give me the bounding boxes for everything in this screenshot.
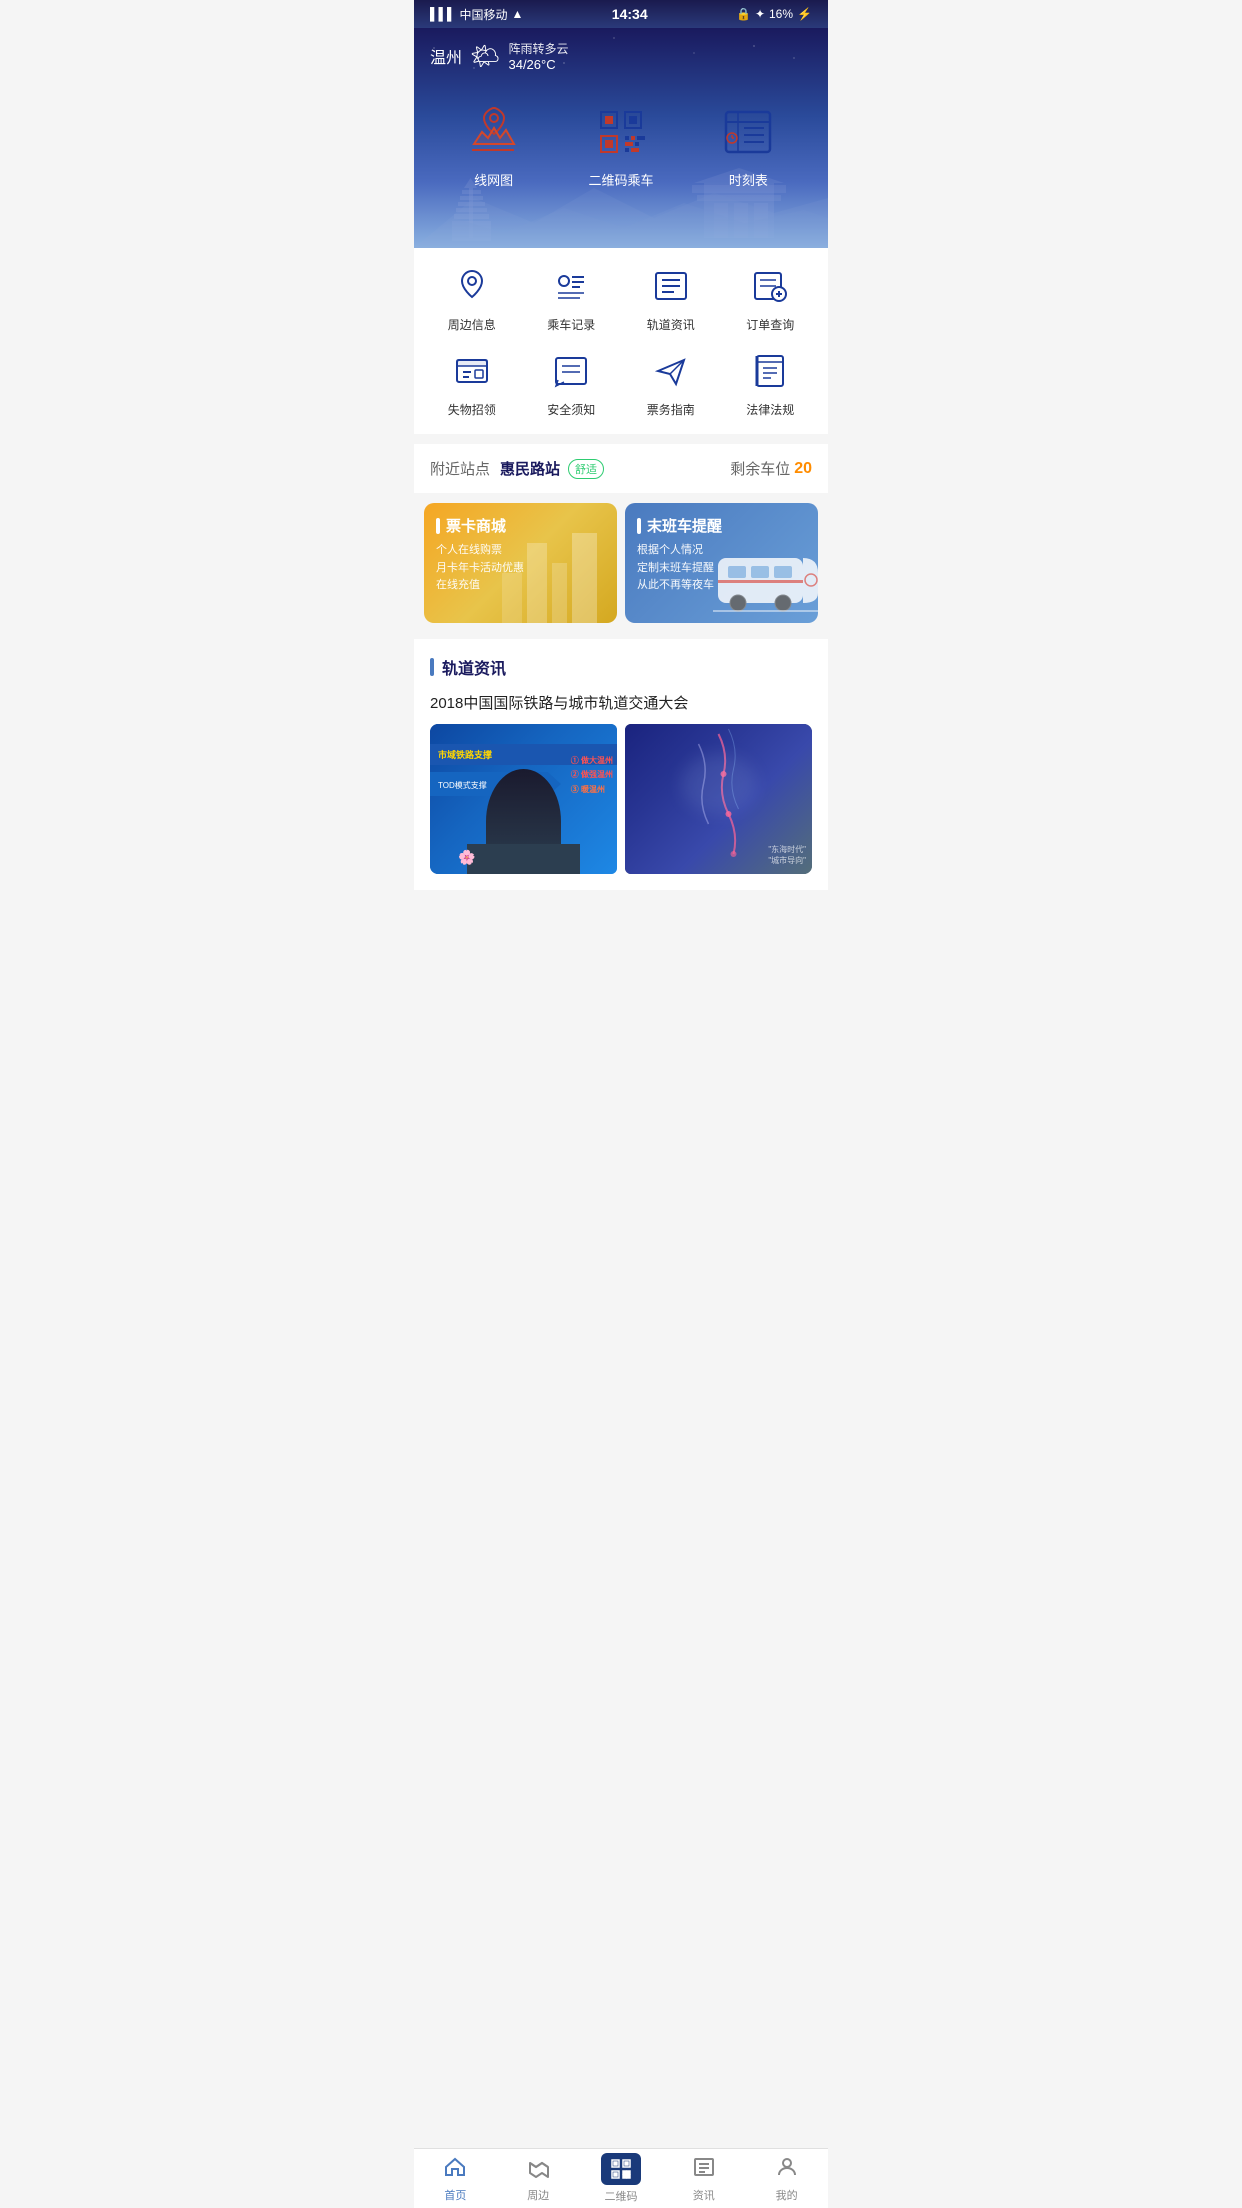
grid-label-lost-found: 失物招领 (448, 401, 496, 418)
promo-desc-ticket: 个人在线购票 月卡年卡活动优惠 在线充值 (436, 542, 524, 595)
grid-label-safety-notice: 安全须知 (547, 401, 595, 418)
grid-item-nearby-info[interactable]: 周边信息 (422, 264, 522, 333)
grid-item-ride-record[interactable]: 乘车记录 (522, 264, 622, 333)
order-icon (748, 264, 792, 308)
promo-title-ticket: 票卡商城 (446, 515, 506, 536)
law-icon (748, 349, 792, 393)
wifi-icon: ▲ (512, 7, 524, 21)
comfort-badge: 舒适 (568, 459, 604, 479)
nav-item-timetable[interactable]: 时刻表 (685, 102, 812, 189)
qr-ride-icon (586, 102, 656, 162)
grid-item-lost-found[interactable]: 失物招领 (422, 349, 522, 418)
promo-title-train: 末班车提醒 (647, 515, 722, 536)
carrier-name: 中国移动 (460, 6, 508, 23)
nav-tab-news[interactable]: 资讯 (662, 2149, 745, 2208)
news-image-right[interactable]: "东海时代" "城市导向" (625, 724, 812, 874)
location-icon (450, 264, 494, 308)
map-icon (459, 102, 529, 162)
grid-item-ticket-guide[interactable]: 票务指南 (621, 349, 721, 418)
qr-scan-icon (601, 2153, 641, 2185)
section-title: 轨道资讯 (442, 655, 506, 679)
promo-card-ticket-mall[interactable]: 票卡商城 个人在线购票 月卡年卡活动优惠 在线充值 (424, 503, 617, 623)
nav-item-qr-ride[interactable]: 二维码乘车 (557, 102, 684, 189)
user-icon (775, 2155, 799, 2184)
nav-tab-label-qr: 二维码 (604, 2188, 637, 2204)
signal-icon: ▌▌▌ (430, 7, 456, 21)
status-left: ▌▌▌ 中国移动 ▲ (430, 6, 523, 23)
nav-item-line-map[interactable]: 线网图 (430, 102, 557, 189)
section-header: 轨道资讯 (430, 655, 812, 679)
nav-tab-qr[interactable]: 二维码 (580, 2149, 663, 2208)
grid-label-ticket-guide: 票务指南 (647, 401, 695, 418)
promo-desc-train: 根据个人情况 定制末班车提醒 从此不再等夜车 (637, 542, 722, 595)
nav-tab-label-home: 首页 (444, 2187, 466, 2203)
ticket-icon (649, 349, 693, 393)
news-headline: 2018中国国际铁路与城市轨道交通大会 (430, 693, 812, 714)
grid-label-law-regulation: 法律法规 (746, 401, 794, 418)
nav-tab-home[interactable]: 首页 (414, 2149, 497, 2208)
nearby-prefix: 附近站点 (430, 458, 490, 479)
news-icon (649, 264, 693, 308)
nav-tab-label-nearby: 周边 (527, 2187, 549, 2203)
lost-icon (450, 349, 494, 393)
home-icon (443, 2155, 467, 2184)
grid-label-ride-record: 乘车记录 (547, 316, 595, 333)
nearby-station-name: 惠民路站 (500, 458, 560, 479)
grid-item-order-query[interactable]: 订单查询 (721, 264, 821, 333)
grid-item-safety-notice[interactable]: 安全须知 (522, 349, 622, 418)
header-banner: 温州 🌤 阵雨转多云 34/26°C (414, 28, 828, 248)
battery-icon: ⚡ (797, 7, 812, 21)
lock-icon: 🔒 (736, 7, 751, 21)
main-nav: 线网图 (414, 92, 828, 199)
record-icon (549, 264, 593, 308)
grid-label-track-news: 轨道资讯 (647, 316, 695, 333)
status-right: 🔒 ✦ 16% ⚡ (736, 7, 812, 21)
bottom-nav: 首页 周边 二维码 (414, 2148, 828, 2208)
timetable-icon (713, 102, 783, 162)
nearby-icon (526, 2155, 550, 2184)
secondary-grid: 周边信息 乘车记录 (414, 248, 828, 434)
grid-label-nearby-info: 周边信息 (448, 316, 496, 333)
grid-label-order-query: 订单查询 (746, 316, 794, 333)
nav-tab-nearby[interactable]: 周边 (497, 2149, 580, 2208)
news-section: 轨道资讯 2018中国国际铁路与城市轨道交通大会 市域铁路支撑 TOD模式支撑 (414, 639, 828, 890)
status-bar: ▌▌▌ 中国移动 ▲ 14:34 🔒 ✦ 16% ⚡ (414, 0, 828, 28)
safety-icon (549, 349, 593, 393)
status-time: 14:34 (612, 6, 648, 22)
grid-item-track-news[interactable]: 轨道资讯 (621, 264, 721, 333)
promo-content-ticket: 票卡商城 个人在线购票 月卡年卡活动优惠 在线充值 (436, 515, 524, 595)
promo-row: 票卡商城 个人在线购票 月卡年卡活动优惠 在线充值 (414, 503, 828, 623)
nav-label-line-map: 线网图 (474, 170, 513, 189)
remaining-count: 20 (794, 460, 812, 478)
battery-level: 16% (769, 7, 793, 21)
bluetooth-icon: ✦ (755, 7, 765, 21)
nav-tab-mine[interactable]: 我的 (745, 2149, 828, 2208)
news-images: 市域铁路支撑 TOD模式支撑 🌸 ① 做大温州 ② 做强温州 (430, 724, 812, 874)
promo-content-train: 末班车提醒 根据个人情况 定制末班车提醒 从此不再等夜车 (637, 515, 722, 595)
remaining-label: 剩余车位 (730, 458, 790, 479)
nav-tab-label-mine: 我的 (776, 2187, 798, 2203)
nav-tab-label-news: 资讯 (693, 2187, 715, 2203)
news-image-left[interactable]: 市域铁路支撑 TOD模式支撑 🌸 ① 做大温州 ② 做强温州 (430, 724, 617, 874)
section-indicator (430, 658, 434, 676)
promo-bar-indicator-2 (637, 518, 641, 534)
grid-item-law-regulation[interactable]: 法律法规 (721, 349, 821, 418)
news-tab-icon (692, 2155, 716, 2184)
nav-label-timetable: 时刻表 (729, 170, 768, 189)
nav-label-qr-ride: 二维码乘车 (588, 170, 653, 189)
promo-bar-indicator (436, 518, 440, 534)
nearby-section: 附近站点 惠民路站 舒适 剩余车位 20 (414, 444, 828, 493)
promo-card-last-train[interactable]: 末班车提醒 根据个人情况 定制末班车提醒 从此不再等夜车 (625, 503, 818, 623)
